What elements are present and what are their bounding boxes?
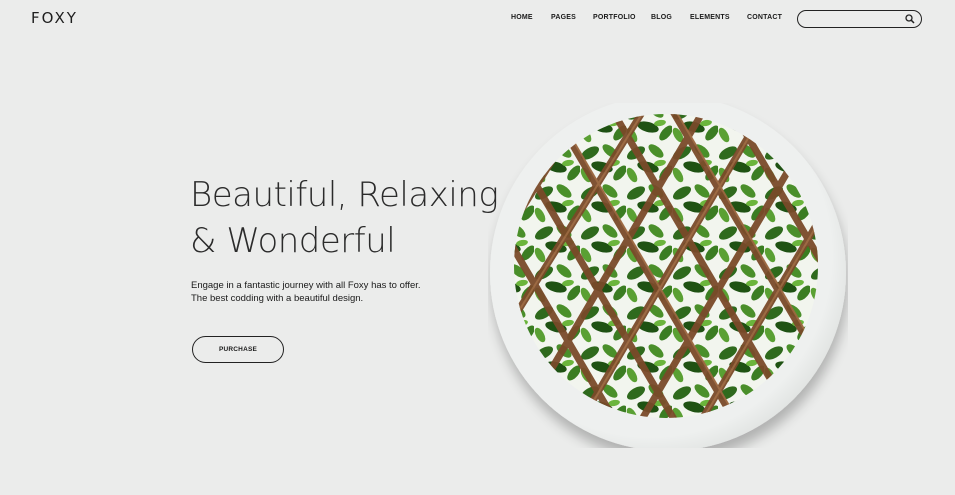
trellis-hedge-image — [490, 95, 846, 451]
main-nav: HOME PAGES PORTFOLIO BLOG ELEMENTS CONTA… — [511, 14, 782, 21]
desc-line-1: Engage in a fantastic journey with all F… — [191, 280, 421, 291]
headline-line-2: & Wonderful — [190, 221, 396, 261]
hero-image-frame — [488, 95, 848, 451]
search-icon[interactable] — [905, 14, 915, 24]
logo[interactable]: FOXY — [31, 9, 78, 27]
hero-description: Engage in a fantastic journey with all F… — [191, 279, 451, 305]
headline-line-1: Beautiful, Relaxing — [190, 175, 499, 215]
nav-blog[interactable]: BLOG — [651, 14, 690, 21]
nav-pages[interactable]: PAGES — [551, 14, 593, 21]
desc-line-2: The best codding with a beautiful design… — [191, 293, 364, 304]
search-box[interactable] — [797, 10, 922, 28]
nav-home[interactable]: HOME — [511, 14, 551, 21]
nav-portfolio[interactable]: PORTFOLIO — [593, 14, 651, 21]
hero-headline: Beautiful, Relaxing & Wonderful — [190, 172, 499, 264]
nav-elements[interactable]: ELEMENTS — [690, 14, 747, 21]
purchase-button[interactable]: PURCHASE — [192, 336, 284, 363]
nav-contact[interactable]: CONTACT — [747, 14, 782, 21]
search-input[interactable] — [806, 13, 901, 25]
